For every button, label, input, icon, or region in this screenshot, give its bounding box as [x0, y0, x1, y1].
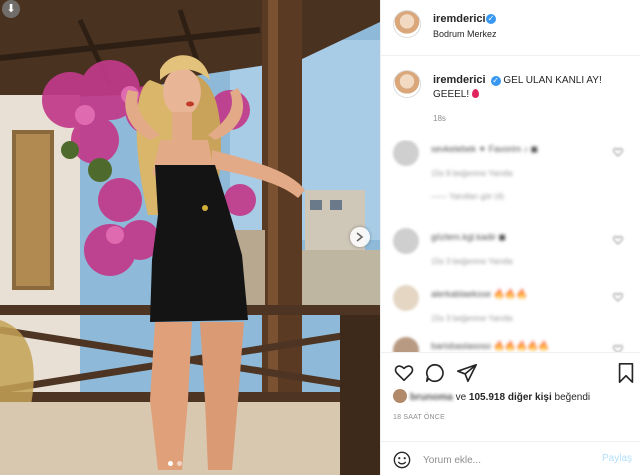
chevron-right-icon — [356, 232, 364, 242]
bookmark-icon[interactable] — [615, 362, 637, 384]
comment-meta[interactable]: 15s 3 beğenme Yanıtla — [431, 257, 513, 266]
liker-name[interactable]: brunoma — [410, 392, 453, 403]
view-replies-link[interactable]: —— Yanıtları gör (4) — [431, 192, 504, 201]
comment-icon[interactable] — [424, 362, 446, 384]
avatar[interactable] — [393, 10, 421, 38]
heart-icon[interactable] — [613, 235, 623, 245]
post-photo[interactable]: ⬇ — [0, 0, 380, 475]
verified-icon: ✓ — [486, 14, 496, 24]
comment-text: gözlem.kgl.kadir ◼ — [431, 232, 506, 242]
post-actions: brunoma ve 105.918 diğer kişi beğendi 18… — [381, 352, 640, 475]
next-photo-button[interactable] — [350, 227, 370, 247]
blood-drop-icon — [472, 89, 480, 98]
likes-count[interactable]: 105.918 diğer kişi — [469, 392, 552, 403]
comment-list: sevkelebek ✦ Favorim ♪ ◼ 15s 8 beğenme Y… — [381, 140, 640, 352]
comment-text: sevkelebek ✦ Favorim ♪ ◼ — [431, 144, 539, 154]
carousel-dots — [168, 461, 182, 466]
liker-avatar — [393, 389, 407, 403]
likes-summary[interactable]: brunoma ve 105.918 diğer kişi beğendi — [393, 389, 633, 403]
comment-avatar[interactable] — [393, 228, 419, 254]
list-item: sevkelebek ✦ Favorim ♪ ◼ 15s 8 beğenme Y… — [381, 140, 640, 201]
caption-username[interactable]: iremderici — [433, 74, 486, 86]
caption-avatar[interactable] — [393, 70, 421, 98]
comment-avatar[interactable] — [393, 285, 419, 311]
likes-connector: ve — [455, 392, 467, 403]
heart-icon[interactable] — [613, 292, 623, 302]
post-side-panel: iremderici ✓ Bodrum Merkez iremderici ✓ G… — [380, 0, 640, 475]
post-timestamp[interactable]: 18 SAAT ÖNCE — [393, 414, 445, 421]
photo-scene — [0, 0, 380, 475]
comment-text: alerkablaeksse 🔥🔥🔥 — [431, 289, 528, 299]
list-item: barisbaslasoso 🔥🔥🔥🔥🔥 — [381, 337, 640, 352]
caption-time[interactable]: 18s — [433, 114, 446, 123]
carousel-dot-active — [168, 461, 173, 466]
comment-meta[interactable]: 15s 8 beğenme Yanıtla — [431, 169, 513, 178]
comment-avatar[interactable] — [393, 337, 419, 352]
comment-avatar[interactable] — [393, 140, 419, 166]
heart-icon[interactable] — [393, 362, 415, 384]
list-item: alerkablaeksse 🔥🔥🔥 15s 3 beğenme Yanıtla — [381, 285, 640, 345]
share-button[interactable]: Paylaş — [602, 453, 632, 464]
heart-icon[interactable] — [613, 344, 623, 352]
emoji-icon[interactable] — [393, 451, 411, 469]
comment-input[interactable] — [423, 451, 593, 469]
list-item: gözlem.kgl.kadir ◼ 15s 3 beğenme Yanıtla — [381, 228, 640, 288]
verified-icon: ✓ — [490, 76, 501, 86]
location-link[interactable]: Bodrum Merkez — [433, 29, 497, 39]
likes-suffix: beğendi — [554, 392, 591, 403]
send-icon[interactable] — [456, 362, 478, 384]
caption-text-block: iremderici ✓ GEL ULAN KANLI AY! GEEEL! — [433, 73, 633, 102]
comment-text: barisbaslasoso 🔥🔥🔥🔥🔥 — [431, 341, 550, 351]
comment-meta[interactable]: 15s 3 beğenme Yanıtla — [431, 314, 513, 323]
add-comment-bar: Paylaş — [381, 441, 640, 475]
carousel-dot — [177, 461, 182, 466]
carousel-indicator-icon[interactable]: ⬇ — [2, 0, 20, 18]
post-header: iremderici ✓ Bodrum Merkez — [381, 0, 640, 56]
header-username[interactable]: iremderici — [433, 13, 486, 25]
heart-icon[interactable] — [613, 147, 623, 157]
